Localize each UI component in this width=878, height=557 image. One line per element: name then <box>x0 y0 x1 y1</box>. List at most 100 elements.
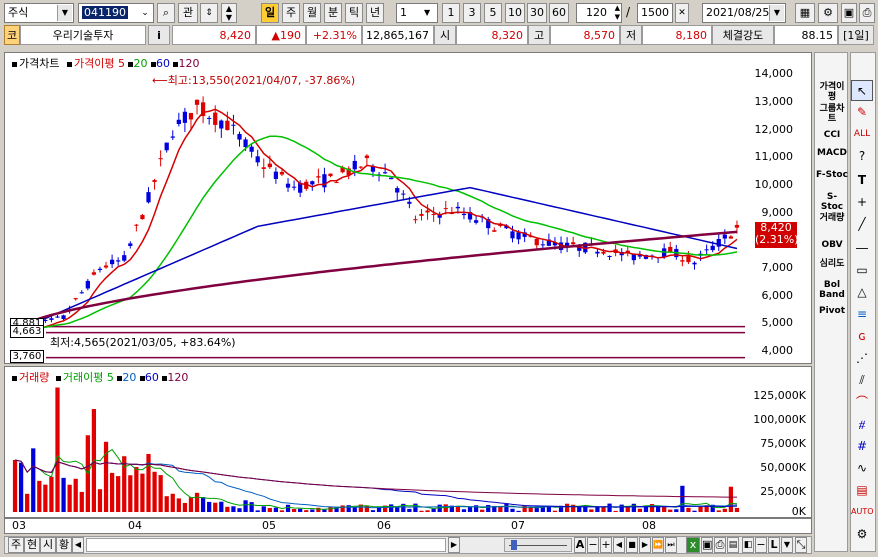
help-icon[interactable]: ? <box>851 146 873 167</box>
high-annotation: ⟵최고:13,550(2021/04/07, -37.86%) <box>152 74 356 87</box>
volume-bar <box>722 508 727 512</box>
candle-body <box>534 238 539 246</box>
candle-body <box>158 158 163 160</box>
delete-all-icon[interactable]: ALL <box>851 124 873 145</box>
candle-body <box>510 231 515 239</box>
volume-tick: 25,000K <box>760 485 806 498</box>
vol-ma20-legend: 20 <box>122 371 137 384</box>
candle-body <box>334 182 339 184</box>
trendline-icon[interactable]: ╱ <box>851 214 873 235</box>
candle-body <box>182 111 188 123</box>
volume-bar <box>285 504 291 512</box>
triangle-icon[interactable]: △ <box>851 282 873 303</box>
candle-body <box>61 315 66 319</box>
zoom-out-icon[interactable]: − <box>587 537 599 553</box>
fast-forward-icon[interactable]: ⏩ <box>652 537 664 553</box>
indicator-cci[interactable]: CCI <box>816 130 848 140</box>
tab-market[interactable]: 시 <box>40 537 56 553</box>
indicator-group-chart[interactable]: 그룹차트 <box>816 104 848 124</box>
zoom-slider-thumb[interactable] <box>511 540 517 550</box>
volume-bar <box>255 510 260 512</box>
next-icon[interactable]: ▶ <box>639 537 651 553</box>
price-tick: 10,000 <box>754 178 794 191</box>
layout-icon[interactable]: ▤ <box>727 537 739 553</box>
period-line-icon[interactable]: ▤ <box>851 480 873 501</box>
indicator-price-ma[interactable]: 가격이평 <box>816 82 848 102</box>
volume-bar <box>267 508 272 512</box>
candle-body <box>237 133 242 140</box>
stop-icon[interactable]: ■ <box>626 537 638 553</box>
candle-body <box>322 174 327 188</box>
volume-bar <box>631 503 636 512</box>
arc-icon[interactable]: ⌒ <box>851 392 873 413</box>
save-chart-icon[interactable]: ▣ <box>701 537 713 553</box>
channel-icon[interactable]: ⧣ <box>851 414 873 435</box>
horizontal-line-icon[interactable]: ― <box>851 238 873 259</box>
level-tag: 3,760 <box>10 350 44 363</box>
parallel-lines-icon[interactable]: ⫽ <box>851 370 873 391</box>
minus-icon[interactable]: − <box>755 537 767 553</box>
prev-icon[interactable]: ◀ <box>613 537 625 553</box>
fibonacci-icon[interactable]: ≡ <box>851 304 873 325</box>
volume-bar <box>607 503 612 512</box>
l-icon[interactable]: L <box>768 537 780 553</box>
volume-bar <box>43 484 48 512</box>
fan-line-icon[interactable]: ⋰ <box>851 348 873 369</box>
price-tick: 7,000 <box>761 261 794 274</box>
volume-bar <box>686 507 691 512</box>
zoom-slider[interactable] <box>504 538 572 552</box>
x-axis <box>4 518 812 534</box>
volume-bar <box>419 510 424 512</box>
volume-bar <box>97 489 103 512</box>
volume-bar <box>49 476 54 512</box>
indicator-s-stoc[interactable]: S-Stoc <box>816 192 848 212</box>
volume-bar <box>61 477 66 512</box>
price-tick: 6,000 <box>761 289 794 302</box>
volume-bar <box>298 508 303 512</box>
zoom-in-icon[interactable]: + <box>600 537 612 553</box>
tab-current[interactable]: 현 <box>24 537 40 553</box>
grid-line-icon[interactable]: # <box>851 436 873 457</box>
scrollbar-track[interactable] <box>86 538 446 552</box>
auto-icon[interactable]: AUTO <box>851 502 874 523</box>
excel-icon[interactable]: x <box>686 537 700 553</box>
indicator-volume[interactable]: 거래량 <box>816 213 848 223</box>
indicator-psychology[interactable]: 심리도 <box>816 259 848 269</box>
price-tick: 12,000 <box>754 123 794 136</box>
cursor-icon[interactable]: ↖ <box>851 80 873 101</box>
text-tool-icon[interactable]: T <box>851 170 873 191</box>
settings-icon[interactable]: ⚙ <box>851 524 873 545</box>
high-annotation-text: 최고:13,550(2021/04/07, -37.86%) <box>167 74 356 87</box>
rectangle-icon[interactable]: ▭ <box>851 260 873 281</box>
x-tick: 08 <box>642 519 656 532</box>
candle-body <box>328 173 333 177</box>
candle-body <box>419 213 424 216</box>
indicator-pivot[interactable]: Pivot <box>816 306 848 316</box>
print-chart-icon[interactable]: ⎙ <box>714 537 726 553</box>
gann-icon[interactable]: ɢ <box>851 326 873 347</box>
candle-body <box>473 220 479 223</box>
crosshair-icon[interactable]: + <box>851 192 873 213</box>
volume-bar <box>589 509 594 512</box>
volume-bar <box>109 472 115 512</box>
scroll-right-icon[interactable]: ▶ <box>448 537 460 553</box>
volume-bar <box>170 493 175 512</box>
wave-icon[interactable]: ∿ <box>851 458 873 479</box>
eraser-icon[interactable]: ✎ <box>851 102 873 123</box>
volume-bar <box>225 506 230 512</box>
resize-icon[interactable]: ⤡ <box>795 537 807 553</box>
ma60-legend: 60 <box>155 57 170 70</box>
indicator-f-stoc[interactable]: F-Stoc <box>816 170 848 180</box>
arrow-down-icon[interactable]: ▼ <box>781 537 793 553</box>
indicator-macd[interactable]: MACD <box>816 148 848 158</box>
tab-stock[interactable]: 주 <box>8 537 24 553</box>
candle-body <box>425 210 430 213</box>
fit-icon[interactable]: ◧ <box>742 537 754 553</box>
scroll-left-icon[interactable]: ◀ <box>72 537 84 553</box>
zoom-to-a-icon[interactable]: A <box>574 537 586 553</box>
candle-body <box>680 260 685 262</box>
end-icon[interactable]: ⏭ <box>665 537 677 553</box>
indicator-obv[interactable]: OBV <box>816 240 848 250</box>
tab-status[interactable]: 황 <box>56 537 72 553</box>
indicator-bollinger[interactable]: Bol Band <box>816 280 848 300</box>
